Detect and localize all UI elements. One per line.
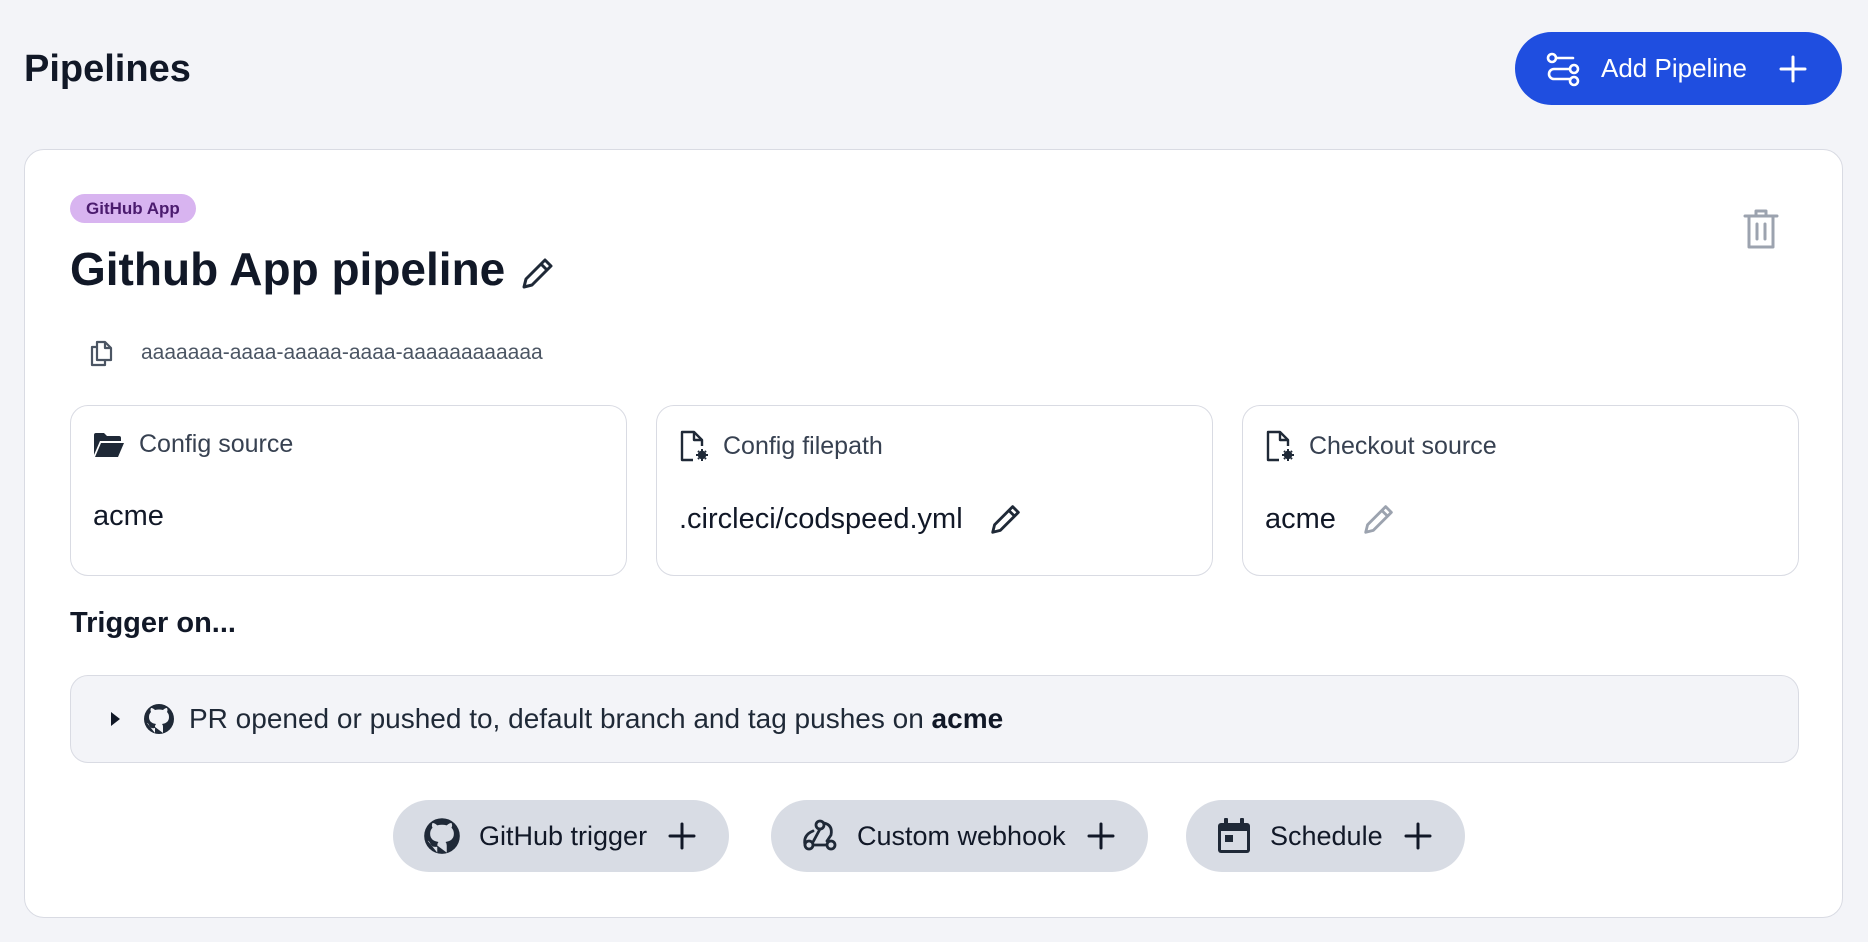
pipeline-id-row: aaaaaaa-aaaa-aaaaa-aaaa-aaaaaaaaaaaa	[87, 338, 543, 368]
config-filepath-value: .circleci/codspeed.yml	[679, 502, 963, 535]
trigger-repo: acme	[931, 703, 1004, 734]
config-source-label: Config source	[139, 430, 294, 458]
trigger-row[interactable]: PR opened or pushed to, default branch a…	[70, 675, 1799, 763]
plus-icon	[1404, 822, 1432, 850]
add-custom-webhook-button[interactable]: Custom webhook	[771, 800, 1148, 872]
github-icon	[424, 818, 460, 854]
config-filepath-label: Config filepath	[723, 431, 883, 460]
file-gear-icon	[680, 430, 708, 462]
caret-right-icon	[111, 712, 120, 726]
calendar-icon	[1218, 818, 1250, 853]
add-pipeline-button[interactable]: Add Pipeline	[1515, 32, 1842, 105]
integration-badge: GitHub App	[70, 194, 196, 223]
edit-title-pencil-icon[interactable]	[518, 253, 558, 293]
github-trigger-label: GitHub trigger	[479, 820, 648, 851]
add-pipeline-label: Add Pipeline	[1601, 53, 1747, 83]
folder-open-icon	[94, 432, 124, 457]
checkout-source-box: Checkout source acme	[1242, 405, 1799, 576]
pipeline-title: Github App pipeline	[70, 243, 506, 295]
triggers-heading: Trigger on...	[70, 607, 236, 639]
github-icon	[144, 704, 174, 734]
config-source-value: acme	[93, 500, 164, 532]
file-gear-icon	[1266, 430, 1294, 462]
add-schedule-button[interactable]: Schedule	[1186, 800, 1465, 872]
webhook-icon	[803, 819, 837, 851]
page-header: Pipelines Add Pipeline	[0, 0, 1868, 140]
copy-icon[interactable]	[87, 338, 115, 368]
plus-icon	[1779, 55, 1807, 82]
checkout-source-label: Checkout source	[1309, 431, 1497, 460]
plus-icon	[668, 822, 696, 850]
trigger-description: PR opened or pushed to, default branch a…	[189, 703, 1003, 735]
pipeline-icon	[1546, 52, 1580, 86]
delete-trash-icon[interactable]	[1741, 207, 1781, 251]
edit-filepath-pencil-icon[interactable]	[987, 500, 1025, 538]
plus-icon	[1087, 822, 1115, 850]
config-source-box: Config source acme	[70, 405, 627, 576]
config-filepath-box: Config filepath .circleci/codspeed.yml	[656, 405, 1213, 576]
pipeline-id: aaaaaaa-aaaa-aaaaa-aaaa-aaaaaaaaaaaa	[141, 341, 543, 364]
pipeline-card: GitHub App Github App pipeline aaaaaaa-a…	[24, 149, 1843, 918]
edit-checkout-pencil-icon[interactable]	[1360, 500, 1398, 538]
custom-webhook-label: Custom webhook	[857, 820, 1066, 851]
page-title: Pipelines	[24, 48, 191, 90]
checkout-source-value: acme	[1265, 502, 1336, 535]
schedule-label: Schedule	[1270, 820, 1383, 851]
add-github-trigger-button[interactable]: GitHub trigger	[393, 800, 730, 872]
trigger-text: PR opened or pushed to, default branch a…	[189, 703, 932, 734]
